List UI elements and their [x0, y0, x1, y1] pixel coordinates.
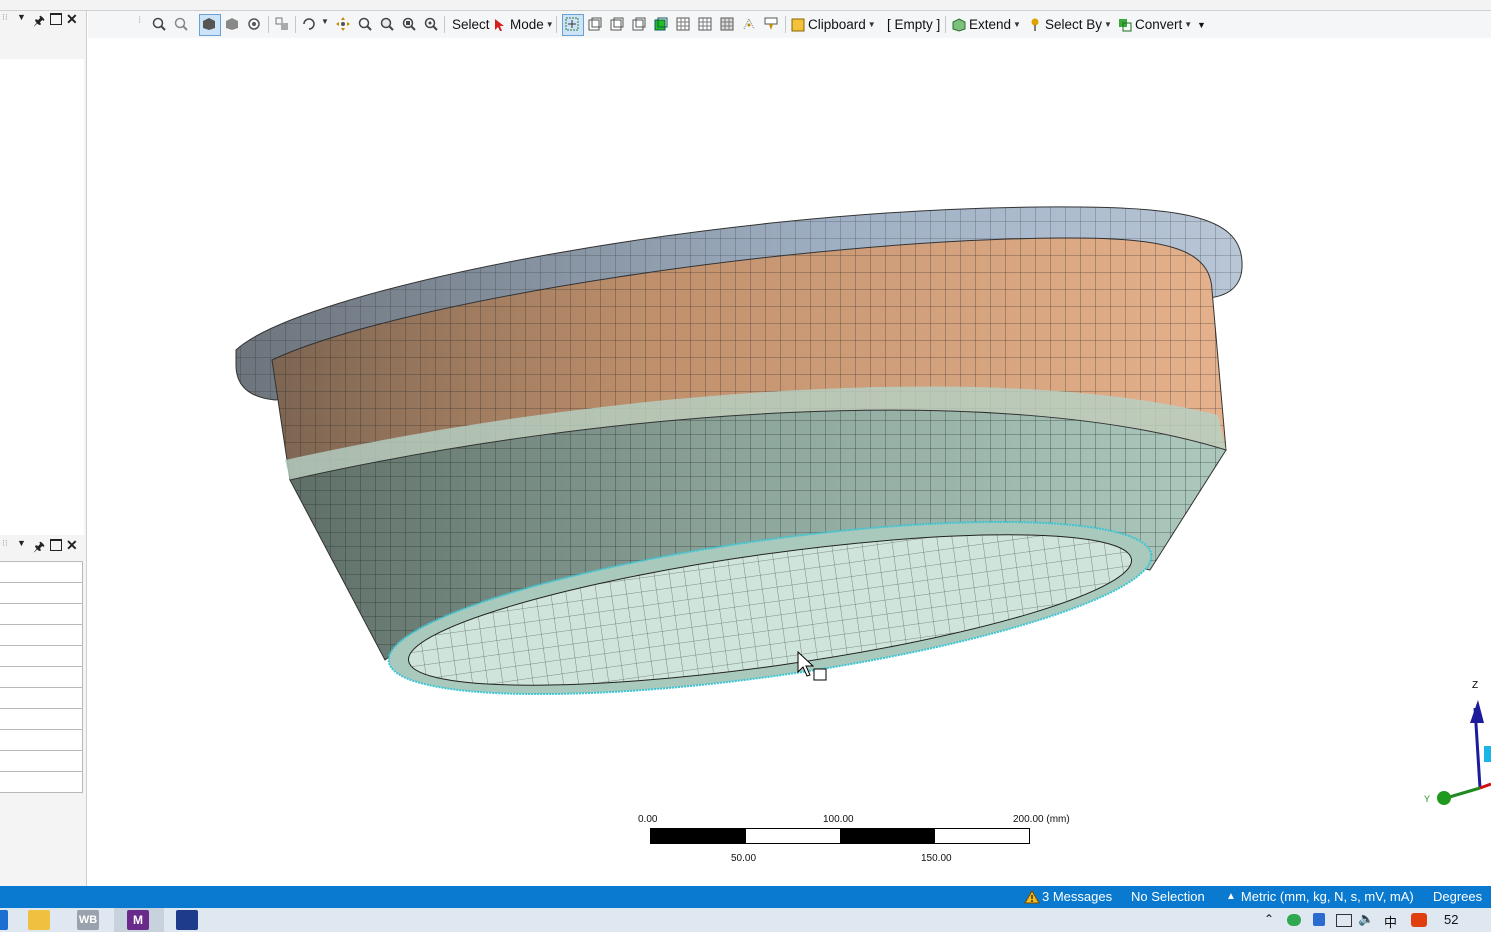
tray-clock: 52 — [1444, 912, 1459, 927]
details-grid — [0, 561, 83, 793]
coordinate-select-icon[interactable] — [742, 17, 756, 31]
top-tab-strip — [0, 0, 1491, 11]
axis-y-label: Y — [1424, 794, 1430, 804]
grid-row[interactable] — [0, 583, 83, 604]
select-face-icon[interactable] — [632, 17, 646, 31]
grid-row[interactable] — [0, 730, 83, 751]
caret-up-icon: ▲ — [1226, 891, 1236, 902]
box-zoom-icon[interactable] — [380, 17, 394, 31]
clipboard-dropdown[interactable]: Clipboard ▼ — [791, 15, 876, 34]
volume-icon[interactable]: 🔈 — [1358, 911, 1374, 927]
tray-expand-icon[interactable]: ⌃ — [1264, 912, 1274, 926]
selection-status: No Selection — [1131, 889, 1205, 904]
scale-label-0: 0.00 — [638, 814, 658, 825]
grid-row[interactable] — [0, 688, 83, 709]
zoom-in-icon[interactable] — [152, 17, 166, 31]
file-explorer-icon[interactable] — [28, 910, 50, 930]
units-button[interactable]: ▲ Metric (mm, kg, N, s, mV, mA) — [1226, 889, 1414, 904]
shaded-cube-icon — [203, 18, 215, 30]
graphics-viewport[interactable]: 0.00 100.00 200.00 (mm) 50.00 150.00 Z Y — [88, 38, 1491, 886]
grid-row[interactable] — [0, 646, 83, 667]
network-icon[interactable] — [1336, 914, 1352, 927]
scale-label-200: 200.00 (mm) — [1013, 814, 1070, 825]
graphics-toolbar: ⁝ ▼ Select Mode ▼ Clipboard ▼ [ Empty ] Ex… — [88, 11, 1491, 39]
select-edge-icon[interactable] — [610, 17, 624, 31]
zoom-selection-icon[interactable] — [424, 17, 438, 31]
outline-tree — [0, 59, 84, 535]
zoom-icon[interactable] — [358, 17, 372, 31]
outline-panel-header: ⁝⁝ ▼ 🖈 ✕ — [0, 11, 86, 33]
zoom-out-icon[interactable] — [174, 17, 188, 31]
close-icon[interactable]: ✕ — [66, 537, 78, 554]
maximize-icon[interactable] — [50, 539, 62, 551]
pushpin-icon — [1031, 18, 1039, 31]
select-body-icon[interactable] — [275, 17, 289, 31]
cursor-mode-icon — [495, 18, 504, 31]
scale-label-150: 150.00 — [921, 853, 952, 864]
clipboard-status: [ Empty ] — [887, 17, 941, 32]
grid-row[interactable] — [0, 772, 83, 793]
convert-dropdown[interactable]: Convert ▼ — [1118, 15, 1192, 34]
select-button[interactable]: Select — [452, 15, 490, 34]
select-element-icon[interactable] — [720, 17, 734, 31]
zoom-fit-icon[interactable] — [402, 17, 416, 31]
label-select-icon[interactable] — [764, 17, 778, 31]
pan-icon[interactable] — [336, 17, 350, 31]
start-button[interactable] — [0, 910, 8, 930]
select-vertex-icon[interactable] — [588, 17, 602, 31]
select-node-icon[interactable] — [676, 17, 690, 31]
windows-taskbar: WB M ⌃ 🔈 中 52 — [0, 908, 1491, 932]
view-options-icon[interactable] — [247, 17, 261, 31]
pin-icon[interactable]: 🖈 — [33, 538, 45, 560]
messages-button[interactable]: 3 Messages — [1024, 889, 1112, 904]
workbench-app-icon[interactable]: WB — [77, 910, 99, 930]
shield-icon[interactable] — [1313, 913, 1325, 926]
angle-units[interactable]: Degrees — [1433, 889, 1482, 904]
rotate-icon[interactable] — [302, 17, 316, 31]
warning-icon — [1024, 889, 1040, 903]
grid-row[interactable] — [0, 562, 83, 583]
box-select-icon — [565, 17, 579, 31]
mode-dropdown[interactable]: Mode ▼ — [493, 15, 554, 34]
scale-label-100: 100.00 — [823, 814, 854, 825]
axis-z-label: Z — [1472, 680, 1478, 691]
select-by-dropdown[interactable]: Select By ▼ — [1029, 15, 1112, 34]
mechanical-app-icon[interactable]: M — [127, 910, 149, 930]
capture-app-icon[interactable] — [176, 910, 198, 930]
grid-row[interactable] — [0, 751, 83, 772]
toolbar-overflow-icon[interactable]: ▼ — [1197, 20, 1206, 30]
axis-triad[interactable]: Z Y — [1418, 678, 1491, 808]
convert-icon — [1119, 18, 1132, 31]
details-panel-header: ⁝⁝ ▼ 🖈 ✕ — [0, 537, 86, 559]
clipboard-icon — [791, 18, 805, 31]
grid-row[interactable] — [0, 625, 83, 646]
grid-row[interactable] — [0, 709, 83, 730]
wechat-icon[interactable] — [1287, 914, 1301, 926]
close-icon[interactable]: ✕ — [66, 11, 78, 28]
maximize-icon[interactable] — [50, 13, 62, 25]
panel-menu-icon[interactable]: ▼ — [17, 12, 26, 22]
left-panel: ⁝⁝ ▼ 🖈 ✕ ⁝⁝ ▼ 🖈 ✕ — [0, 11, 87, 886]
ime-indicator[interactable]: 中 — [1384, 912, 1397, 931]
mesh-model — [235, 206, 1243, 696]
sogou-ime-icon[interactable] — [1411, 913, 1427, 927]
status-bar: 3 Messages No Selection ▲ Metric (mm, kg… — [0, 886, 1491, 908]
wireframe-cube-icon[interactable] — [225, 17, 239, 31]
grid-row[interactable] — [0, 667, 83, 688]
scale-bar — [650, 828, 1030, 844]
select-element-face-icon[interactable] — [698, 17, 712, 31]
panel-menu-icon[interactable]: ▼ — [17, 538, 26, 548]
scale-label-50: 50.00 — [731, 853, 757, 864]
extend-dropdown[interactable]: Extend ▼ — [952, 15, 1021, 34]
pin-icon[interactable]: 🖈 — [33, 12, 45, 34]
grid-row[interactable] — [0, 604, 83, 625]
select-body-green-icon[interactable] — [654, 17, 668, 31]
extend-icon — [952, 17, 966, 32]
